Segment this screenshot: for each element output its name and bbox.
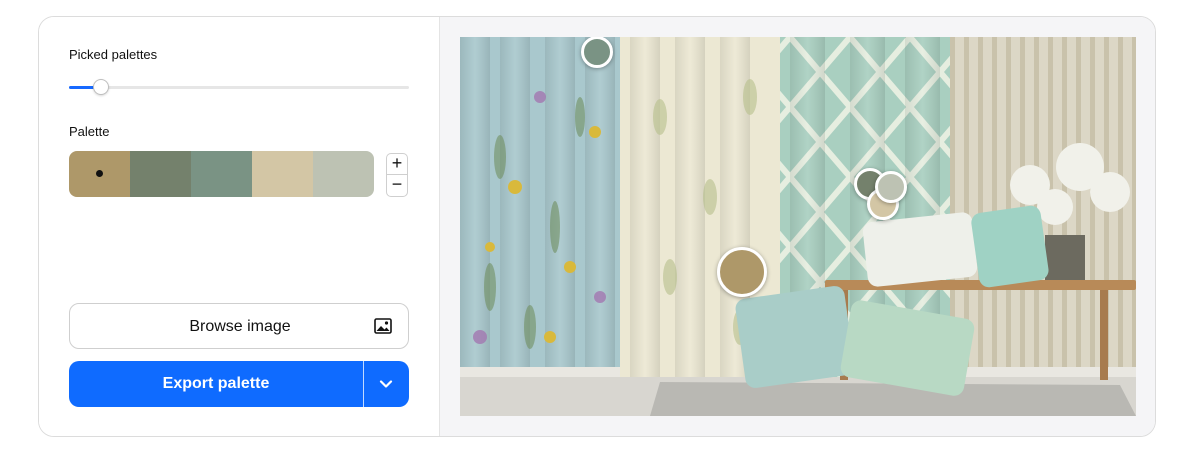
export-palette-button[interactable]: Export palette (69, 361, 363, 407)
palette-swatch-5[interactable] (313, 151, 374, 197)
image-icon (374, 318, 392, 334)
add-color-button[interactable]: + (386, 153, 408, 175)
picked-palettes-slider[interactable] (69, 79, 409, 95)
controls-panel: Picked palettes Palette + − Browse image (39, 17, 439, 436)
palette-swatch-3[interactable] (191, 151, 252, 197)
browse-image-button[interactable]: Browse image (69, 303, 409, 349)
color-picker-marker-1[interactable] (717, 247, 767, 297)
image-panel (439, 17, 1155, 436)
remove-color-button[interactable]: − (386, 175, 408, 197)
palette-generator-card: Picked palettes Palette + − Browse image (38, 16, 1156, 437)
palette-swatch-4[interactable] (252, 151, 313, 197)
palette-swatch-1[interactable] (69, 151, 130, 197)
chevron-down-icon (379, 380, 393, 388)
slider-thumb[interactable] (93, 79, 109, 95)
palette-label: Palette (69, 124, 110, 139)
palette-strip (69, 151, 374, 197)
source-image (460, 37, 1136, 416)
color-picker-marker-3[interactable] (581, 37, 613, 68)
picked-palettes-label: Picked palettes (69, 47, 158, 62)
color-picker-marker-5[interactable] (875, 171, 907, 203)
curtains-photo (460, 37, 1136, 416)
export-options-button[interactable] (364, 361, 409, 407)
browse-image-label: Browse image (189, 318, 291, 335)
selected-dot-icon (96, 170, 103, 177)
export-palette-label: Export palette (162, 375, 270, 392)
slider-track (69, 86, 409, 89)
palette-swatch-2[interactable] (130, 151, 191, 197)
export-palette-control: Export palette (69, 361, 409, 407)
